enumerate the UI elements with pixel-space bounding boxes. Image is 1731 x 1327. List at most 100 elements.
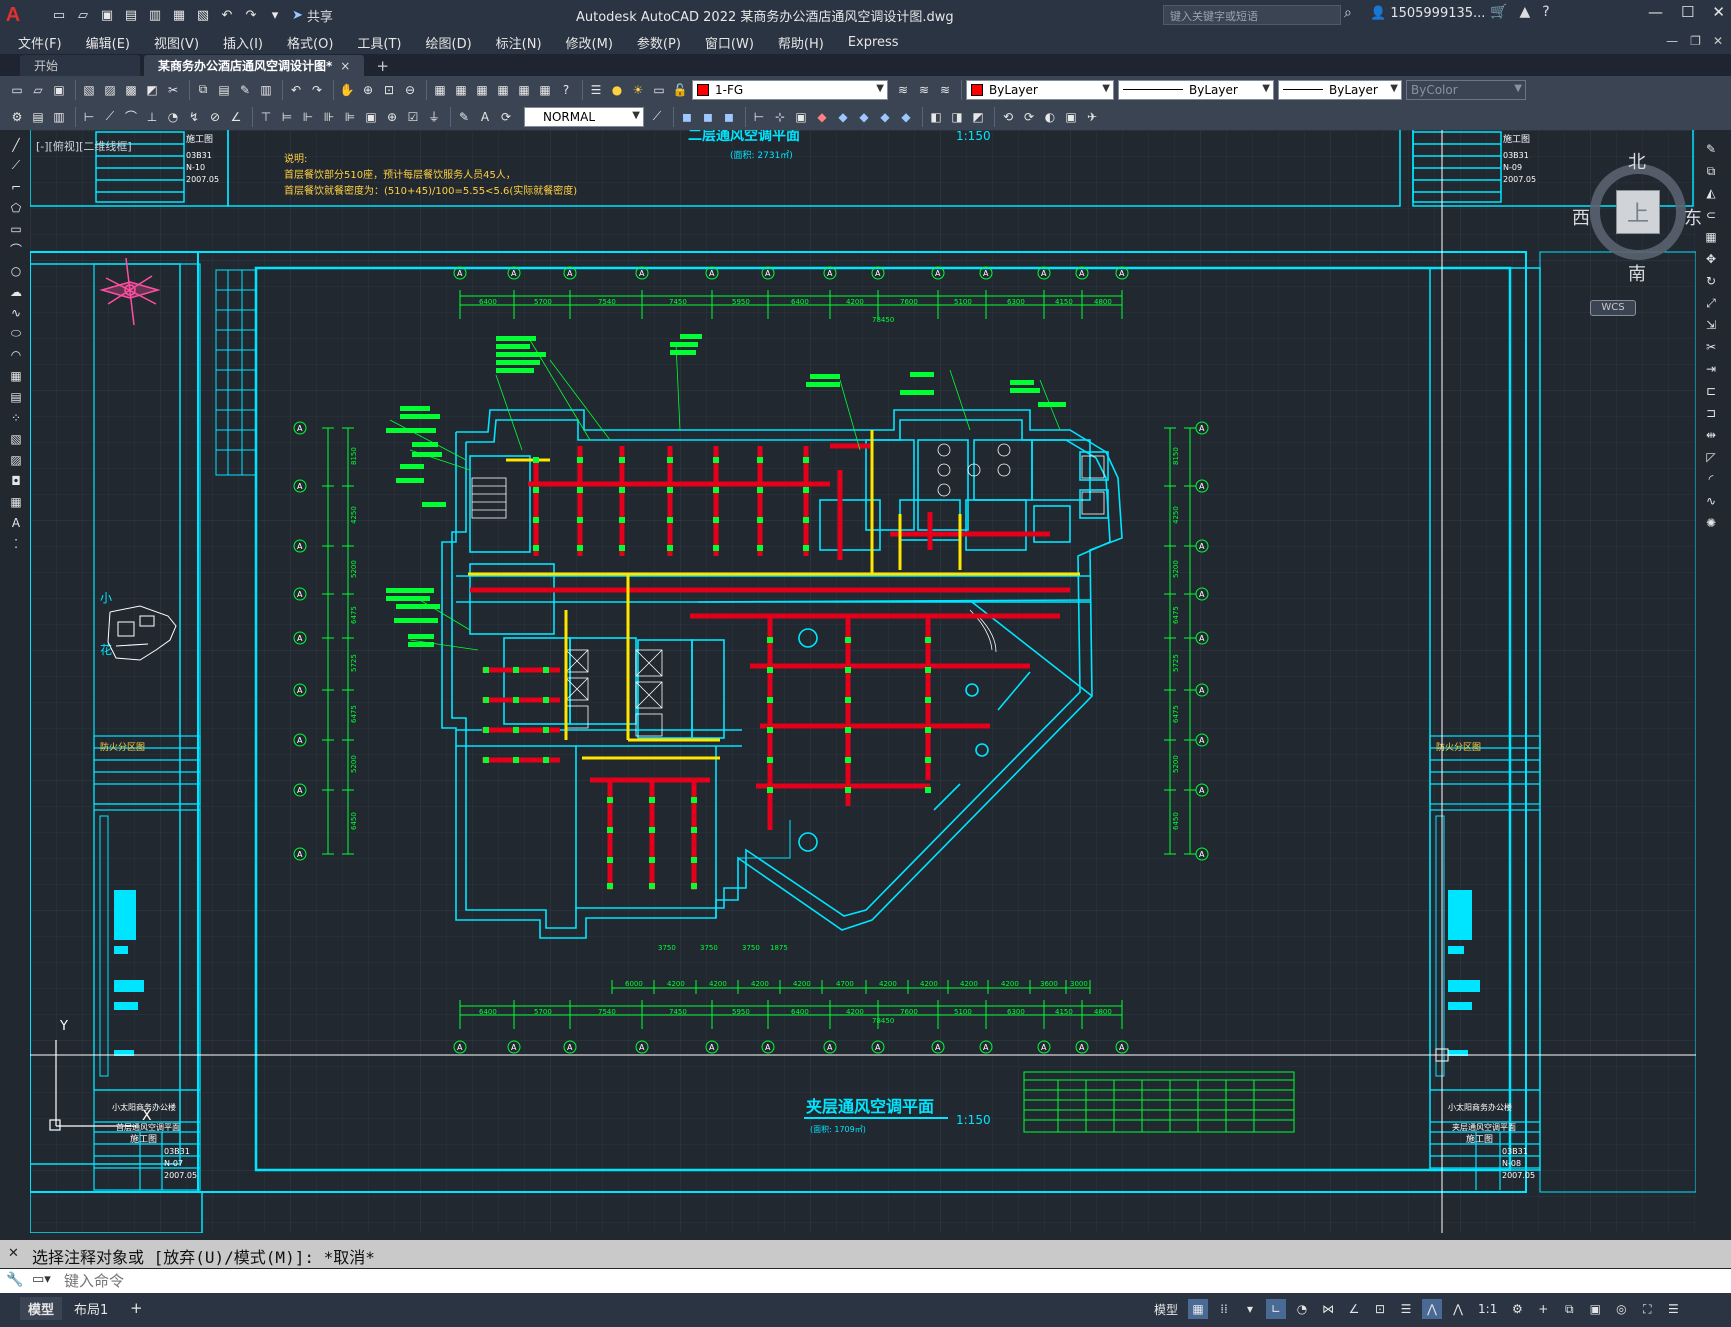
plot-icon[interactable]: ▧ bbox=[192, 4, 214, 26]
construction-line-icon[interactable]: ⟋ bbox=[8, 157, 24, 174]
layer-dropdown[interactable]: 1-FG ▼ bbox=[692, 79, 888, 100]
undo-icon[interactable]: ↶ bbox=[287, 81, 305, 99]
color-dropdown[interactable]: ByLayer ▼ bbox=[966, 79, 1114, 100]
extend-icon[interactable]: ⇥ bbox=[1703, 360, 1719, 378]
tab-model[interactable]: 模型 bbox=[20, 1297, 63, 1320]
polyline-icon[interactable]: ⌐ bbox=[8, 178, 24, 195]
sheet-set-icon[interactable]: ▦ bbox=[494, 81, 512, 99]
insert-block-icon[interactable]: ▦ bbox=[8, 367, 24, 384]
ucs-icon[interactable]: ⊢ bbox=[750, 108, 768, 126]
layer-properties-icon[interactable]: ☰ bbox=[587, 81, 605, 99]
layer-walk-icon[interactable]: ▥ bbox=[50, 108, 68, 126]
command-input[interactable] bbox=[64, 1271, 1704, 1291]
workspace-icon[interactable]: ⚙ bbox=[8, 108, 26, 126]
layer-state-icon[interactable]: ▤ bbox=[29, 108, 47, 126]
fullscreen-icon[interactable]: ⛶ bbox=[1637, 1299, 1657, 1319]
doc-close-icon[interactable]: ✕ bbox=[1713, 34, 1723, 48]
dim-break-icon[interactable]: ⊫ bbox=[341, 108, 359, 126]
snap-icon[interactable]: ⁞⁞ bbox=[1214, 1299, 1234, 1319]
menu-window[interactable]: 窗口(W) bbox=[705, 33, 754, 52]
blend-icon[interactable]: ∿ bbox=[1703, 492, 1719, 510]
command-close-icon[interactable]: ✕ bbox=[8, 1246, 19, 1261]
quick-properties-icon[interactable]: ▣ bbox=[1585, 1299, 1605, 1319]
offset-icon[interactable]: ⊂ bbox=[1703, 206, 1719, 224]
new-tab-button[interactable]: + bbox=[376, 55, 389, 76]
rotate-icon[interactable]: ↻ bbox=[1703, 272, 1719, 290]
copy-object-icon[interactable]: ⧉ bbox=[1703, 162, 1719, 180]
jogged-linear-icon[interactable]: ⏚ bbox=[425, 108, 443, 126]
drawing-canvas[interactable]: 施工图 03B31 N-10 2007.05 施工图 03B31 N-09 20… bbox=[30, 130, 1696, 1233]
new-icon[interactable]: ▭ bbox=[48, 4, 70, 26]
share-button[interactable]: ➤ 共享 bbox=[292, 6, 333, 25]
object-snap-tracking-icon[interactable]: ∠ bbox=[1344, 1299, 1364, 1319]
customize-qat-icon[interactable]: ▾ bbox=[264, 4, 286, 26]
tab-drawing[interactable]: 某商务办公酒店通风空调设计图* × bbox=[144, 55, 365, 76]
view-bottom-icon[interactable]: ◼ bbox=[699, 108, 717, 126]
continue-dim-icon[interactable]: ⊩ bbox=[299, 108, 317, 126]
ellipse-arc-icon[interactable]: ◠ bbox=[8, 346, 24, 363]
object-snap-icon[interactable]: ⊡ bbox=[1370, 1299, 1390, 1319]
menu-draw[interactable]: 绘图(D) bbox=[426, 33, 472, 52]
linear-dim-icon[interactable]: ⊢ bbox=[80, 108, 98, 126]
visual-style-realistic-icon[interactable]: ◩ bbox=[969, 108, 987, 126]
pan-icon[interactable]: ✋ bbox=[338, 81, 356, 99]
save-icon[interactable]: ▣ bbox=[96, 4, 118, 26]
ucs-view-icon[interactable]: ◆ bbox=[855, 108, 873, 126]
arc-icon[interactable]: ⌒ bbox=[8, 241, 24, 258]
layer-on-icon[interactable]: ● bbox=[608, 81, 626, 99]
ucs-world-icon[interactable]: ⊹ bbox=[771, 108, 789, 126]
viewport-controls[interactable]: [-][俯视][二维线框] bbox=[36, 138, 132, 154]
ucs-origin-icon[interactable]: ◆ bbox=[876, 108, 894, 126]
layer-lock-icon[interactable]: 🔓 bbox=[671, 81, 689, 99]
wcs-menu[interactable]: WCS bbox=[1590, 300, 1636, 316]
tolerance-icon[interactable]: ▣ bbox=[362, 108, 380, 126]
inspect-icon[interactable]: ☑ bbox=[404, 108, 422, 126]
ucs-object-icon[interactable]: ◆ bbox=[834, 108, 852, 126]
publish-icon[interactable]: ▦ bbox=[168, 4, 190, 26]
help-icon[interactable]: ? bbox=[1542, 4, 1549, 20]
menu-format[interactable]: 格式(O) bbox=[287, 33, 333, 52]
diameter-dim-icon[interactable]: ⊘ bbox=[206, 108, 224, 126]
dim-style-manager-icon[interactable]: ⟋ bbox=[648, 108, 666, 126]
array-icon[interactable]: ▦ bbox=[1703, 228, 1719, 246]
camera-icon[interactable]: ▣ bbox=[1062, 108, 1080, 126]
multiline-text-icon[interactable]: A bbox=[8, 514, 24, 531]
cart-icon[interactable]: 🛒 bbox=[1490, 4, 1507, 20]
undo-icon[interactable]: ↶ bbox=[216, 4, 238, 26]
menu-modify[interactable]: 修改(M) bbox=[566, 33, 613, 52]
copy-icon[interactable]: ⧉ bbox=[194, 81, 212, 99]
search-input[interactable]: 键入关键字或短语 bbox=[1163, 5, 1341, 25]
maximize-icon[interactable]: ☐ bbox=[1681, 3, 1694, 21]
dim-edit-icon[interactable]: ✎ bbox=[455, 108, 473, 126]
paste-icon[interactable]: ▤ bbox=[215, 81, 233, 99]
menu-view[interactable]: 视图(V) bbox=[154, 33, 199, 52]
auto-scale-icon[interactable]: ⋀ bbox=[1448, 1299, 1468, 1319]
menu-tools[interactable]: 工具(T) bbox=[357, 33, 401, 52]
dim-space-icon[interactable]: ⊪ bbox=[320, 108, 338, 126]
ortho-icon[interactable]: ∟ bbox=[1266, 1299, 1287, 1319]
viewcube-top-face[interactable]: 上 bbox=[1616, 190, 1660, 234]
layer-thaw-icon[interactable]: ☀ bbox=[629, 81, 647, 99]
scale-icon[interactable]: ⤢ bbox=[1703, 294, 1719, 312]
visual-style-wireframe-icon[interactable]: ◧ bbox=[927, 108, 945, 126]
match-properties-icon[interactable]: ✎ bbox=[236, 81, 254, 99]
tab-start[interactable]: 开始 bbox=[20, 55, 140, 76]
layer-viewport-icon[interactable]: ▭ bbox=[650, 81, 668, 99]
doc-restore-icon[interactable]: ❐ bbox=[1690, 34, 1701, 48]
jogged-dim-icon[interactable]: ↯ bbox=[185, 108, 203, 126]
circle-icon[interactable]: ○ bbox=[8, 262, 24, 279]
trim-icon[interactable]: ✂ bbox=[1703, 338, 1719, 356]
dim-text-edit-icon[interactable]: A bbox=[476, 108, 494, 126]
ordinate-dim-icon[interactable]: ⊥ bbox=[143, 108, 161, 126]
annotation-visibility-icon[interactable]: ⋀ bbox=[1422, 1299, 1443, 1319]
quick-dim-icon[interactable]: ⊤ bbox=[257, 108, 275, 126]
open-icon[interactable]: ▱ bbox=[29, 81, 47, 99]
chamfer-icon[interactable]: ◸ bbox=[1703, 448, 1719, 466]
zoom-previous-icon[interactable]: ⊖ bbox=[401, 81, 419, 99]
close-icon[interactable]: ✕ bbox=[1712, 3, 1725, 21]
model-space-toggle[interactable]: 模型 bbox=[1150, 1299, 1182, 1319]
annotation-monitor-icon[interactable]: + bbox=[1533, 1299, 1553, 1319]
markup-icon[interactable]: ▦ bbox=[515, 81, 533, 99]
layer-match-icon[interactable]: ≋ bbox=[936, 81, 954, 99]
zoom-realtime-icon[interactable]: ⊕ bbox=[359, 81, 377, 99]
